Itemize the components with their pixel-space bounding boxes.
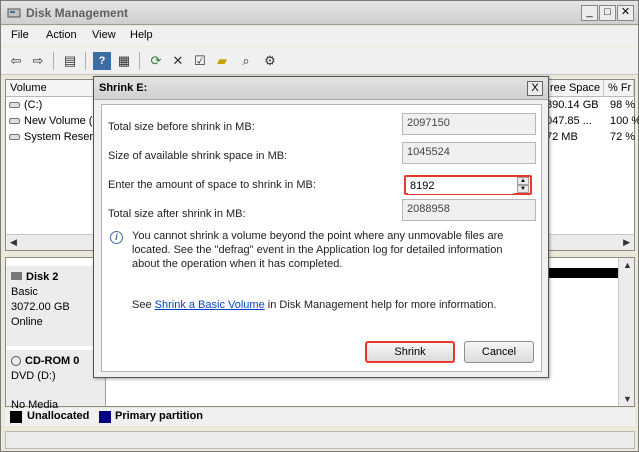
scroll-down-icon[interactable]: ▼ <box>623 394 632 404</box>
dialog-body: Total size before shrink in MB: 2097150 … <box>101 104 542 372</box>
cdrom-icon <box>11 356 21 367</box>
shrink-button[interactable]: Shrink <box>365 341 455 363</box>
dialog-title: Shrink E: <box>99 82 148 94</box>
status-bar <box>5 431 635 449</box>
spin-up-icon[interactable]: ▲ <box>517 177 529 185</box>
properties-icon[interactable]: ☑ <box>191 52 209 70</box>
menu-help[interactable]: Help <box>130 29 153 41</box>
window-title: Disk Management <box>26 6 129 20</box>
unallocated-bar <box>546 268 618 278</box>
help-icon[interactable]: ? <box>93 52 111 70</box>
disk-management-icon <box>7 8 21 18</box>
toolbar-separator <box>139 52 140 70</box>
total-before-label: Total size before shrink in MB: <box>108 121 255 133</box>
maximize-button[interactable]: □ <box>599 5 616 21</box>
shrink-amount-spinbox[interactable]: ▲ ▼ <box>404 175 532 195</box>
legend: Unallocated Primary partition <box>5 408 635 426</box>
available-space-label: Size of available shrink space in MB: <box>108 150 288 162</box>
drive-icon <box>9 102 20 109</box>
total-after-label: Total size after shrink in MB: <box>108 208 246 220</box>
search-icon[interactable]: ⌕ <box>237 52 255 70</box>
unallocated-swatch <box>10 411 22 423</box>
toolbar: ⇦ ⇨ ▤ ? ▦ ⟳ ✕ ☑ ▰ ⌕ ⚙ <box>1 47 638 75</box>
menu-bar: File Action View Help <box>1 26 638 46</box>
scroll-left-icon[interactable]: ◀ <box>10 237 17 248</box>
spin-down-icon[interactable]: ▼ <box>517 185 529 193</box>
shrink-dialog: Shrink E: X Total size before shrink in … <box>93 76 549 378</box>
column-volume[interactable]: Volume <box>6 80 94 97</box>
primary-partition-swatch <box>99 411 111 423</box>
total-after-value: 2088958 <box>402 199 536 221</box>
dialog-close-button[interactable]: X <box>527 81 543 96</box>
shrink-help-link[interactable]: Shrink a Basic Volume <box>155 299 265 311</box>
column-percent-free[interactable]: % Fr <box>604 80 634 97</box>
scroll-up-icon[interactable]: ▲ <box>623 260 632 270</box>
minimize-button[interactable]: _ <box>581 5 598 21</box>
drive-icon <box>9 118 20 125</box>
legend-unallocated: Unallocated <box>27 410 90 422</box>
open-folder-icon[interactable]: ▰ <box>213 52 231 70</box>
help-line: See Shrink a Basic Volume in Disk Manage… <box>132 299 497 311</box>
console-tree-icon[interactable]: ▤ <box>61 52 79 70</box>
available-space-value: 1045524 <box>402 142 536 164</box>
disk-2-label[interactable]: Disk 2 Basic 3072.00 GB Online <box>6 266 106 346</box>
drive-icon <box>9 134 20 141</box>
column-free-space[interactable]: ree Space <box>546 80 604 97</box>
menu-view[interactable]: View <box>92 29 116 41</box>
close-button[interactable]: ✕ <box>617 5 634 21</box>
properties-pane-icon[interactable]: ▦ <box>115 52 133 70</box>
toolbar-separator <box>85 52 86 70</box>
shrink-amount-input[interactable] <box>408 178 514 194</box>
cancel-button[interactable]: Cancel <box>464 341 534 363</box>
disk-icon <box>11 272 22 280</box>
info-message: You cannot shrink a volume beyond the po… <box>132 230 504 270</box>
settings-icon[interactable]: ⚙ <box>261 52 279 70</box>
total-before-value: 2097150 <box>402 113 536 135</box>
forward-icon[interactable]: ⇨ <box>29 52 47 70</box>
scroll-right-icon[interactable]: ▶ <box>623 237 630 248</box>
title-bar: Disk Management _ □ ✕ <box>1 1 638 25</box>
back-icon[interactable]: ⇦ <box>7 52 25 70</box>
vertical-scrollbar[interactable]: ▲ ▼ <box>618 258 634 406</box>
disk-management-window: Disk Management _ □ ✕ File Action View H… <box>0 0 639 452</box>
cdrom-0-label[interactable]: CD-ROM 0 DVD (D:) No Media <box>6 350 106 411</box>
info-icon: i <box>110 231 123 244</box>
menu-action[interactable]: Action <box>46 29 77 41</box>
toolbar-separator <box>53 52 54 70</box>
dialog-title-bar: Shrink E: X <box>94 77 548 100</box>
delete-icon[interactable]: ✕ <box>169 52 187 70</box>
menu-file[interactable]: File <box>11 29 29 41</box>
refresh-icon[interactable]: ⟳ <box>147 52 165 70</box>
legend-primary-partition: Primary partition <box>115 410 204 422</box>
shrink-amount-label: Enter the amount of space to shrink in M… <box>108 179 316 191</box>
